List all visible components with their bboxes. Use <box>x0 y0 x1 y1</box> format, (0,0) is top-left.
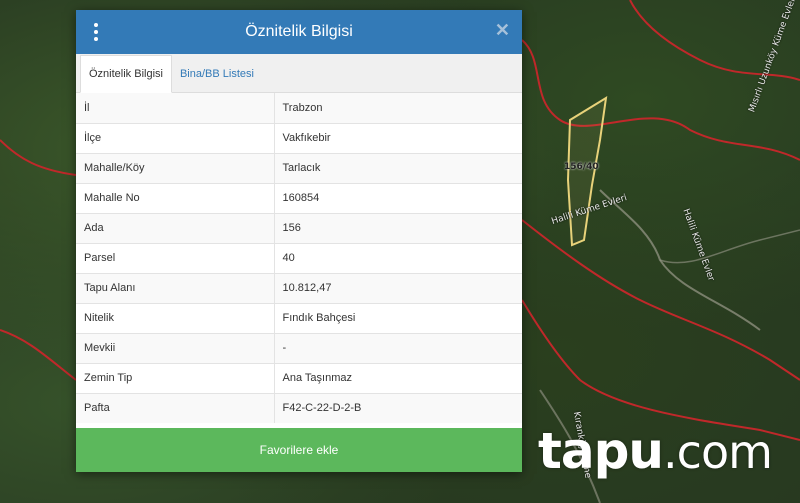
attribute-key: Pafta <box>76 392 275 423</box>
boundary-line <box>521 299 800 441</box>
dialog-title: Öznitelik Bilgisi <box>245 23 353 40</box>
attribute-value: Trabzon <box>274 93 522 123</box>
close-icon[interactable]: ✕ <box>495 20 510 41</box>
attribute-value: Fındık Bahçesi <box>274 302 522 333</box>
attribute-value: Ana Taşınmaz <box>274 362 522 393</box>
parcel-label: 156/40 <box>564 162 599 172</box>
kebab-menu-icon[interactable] <box>93 23 99 41</box>
tab-bar: Öznitelik Bilgisi Bina/BB Listesi <box>76 54 522 93</box>
attribute-key: İl <box>76 93 275 123</box>
tapu-watermark-logo: tapu.com <box>538 422 773 480</box>
table-row: Mahalle/Köy Tarlacık <box>76 152 522 183</box>
attribute-value: Vakfıkebir <box>274 122 522 153</box>
attribute-value: Tarlacık <box>274 152 522 183</box>
add-to-favorites-button[interactable]: Favorilere ekle <box>76 428 522 472</box>
attribute-key: Mahalle No <box>76 182 275 213</box>
attribute-key: Ada <box>76 212 275 243</box>
attribute-key: İlçe <box>76 122 275 153</box>
table-row: Mevkii - <box>76 332 522 363</box>
table-row: Ada 156 <box>76 212 522 243</box>
attribute-key: Tapu Alanı <box>76 272 275 303</box>
dialog-header: Öznitelik Bilgisi ✕ <box>76 10 522 54</box>
table-row: Zemin Tip Ana Taşınmaz <box>76 362 522 393</box>
attribute-table: İl Trabzon İlçe Vakfıkebir Mahalle/Köy Tarlac… <box>76 93 522 423</box>
table-row: Tapu Alanı 10.812,47 <box>76 272 522 303</box>
attribute-value: 160854 <box>274 182 522 213</box>
attribute-value: F42-C-22-D-2-B <box>274 392 522 423</box>
tab-attribute-info[interactable]: Öznitelik Bilgisi <box>80 55 172 93</box>
road-line <box>659 229 800 264</box>
attribute-key: Nitelik <box>76 302 275 333</box>
attribute-value: 40 <box>274 242 522 273</box>
attribute-value: 156 <box>274 212 522 243</box>
tab-building-list[interactable]: Bina/BB Listesi <box>172 56 262 92</box>
attribute-value: - <box>274 332 522 363</box>
attribute-key: Mevkii <box>76 332 275 363</box>
attribute-dialog: Öznitelik Bilgisi ✕ Öznitelik Bilgisi Bi… <box>76 10 522 472</box>
boundary-line <box>521 219 800 381</box>
table-row: Parsel 40 <box>76 242 522 273</box>
attribute-key: Parsel <box>76 242 275 273</box>
attribute-key: Mahalle/Köy <box>76 152 275 183</box>
attribute-key: Zemin Tip <box>76 362 275 393</box>
table-row: Pafta F42-C-22-D-2-B <box>76 392 522 423</box>
table-row: İl Trabzon <box>76 93 522 123</box>
table-row: Nitelik Fındık Bahçesi <box>76 302 522 333</box>
table-row: İlçe Vakfıkebir <box>76 122 522 153</box>
table-row: Mahalle No 160854 <box>76 182 522 213</box>
boundary-line <box>0 329 77 381</box>
attribute-value: 10.812,47 <box>274 272 522 303</box>
boundary-line <box>0 139 77 176</box>
